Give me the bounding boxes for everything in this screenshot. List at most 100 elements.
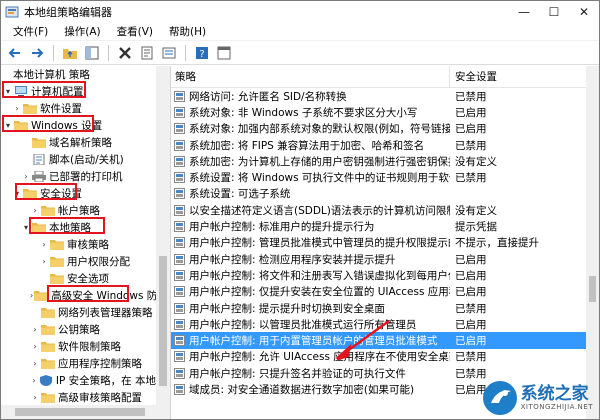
tree-node-label: Windows 设置 <box>31 120 103 132</box>
tree-node[interactable]: ▾ Windows 设置 <box>1 117 156 134</box>
tree-node[interactable]: › 软件设置 <box>1 100 156 117</box>
menu-file[interactable]: 文件(F) <box>5 24 56 39</box>
expand-toggle-icon[interactable]: ▾ <box>12 189 22 198</box>
folder-icon <box>40 358 58 369</box>
folder-icon <box>40 205 58 216</box>
folder-icon <box>13 120 31 131</box>
tree-node-label: 应用程序控制策略 <box>58 358 142 370</box>
menu-action[interactable]: 操作(A) <box>56 24 108 39</box>
tree-node[interactable]: › 帐户策略 <box>1 202 156 219</box>
tree-node[interactable]: › 应用程序控制策略 <box>1 355 156 372</box>
toolbar-separator <box>108 44 109 61</box>
tree-node-label: 审核策略 <box>67 239 109 251</box>
tree-node[interactable]: 域名解析策略 <box>1 134 156 151</box>
view-button[interactable] <box>214 43 234 63</box>
export-list-icon <box>162 47 176 58</box>
tree-node-label: 公钥策略 <box>58 324 100 336</box>
tree-vertical-scrollbar[interactable] <box>156 66 170 405</box>
shield-icon <box>38 375 56 386</box>
tree-node[interactable]: 脚本(启动/关机) <box>1 151 156 168</box>
tree-node-label: 本地策略 <box>49 222 91 234</box>
tree-node[interactable]: 网络列表管理器策略 <box>1 304 156 321</box>
svg-text:?: ? <box>199 49 204 60</box>
folder-icon <box>40 324 58 335</box>
watermark-url: XITONGZHIJIA.NET <box>520 403 593 411</box>
expand-toggle-icon[interactable]: ▾ <box>3 121 13 130</box>
expand-toggle-icon[interactable]: › <box>39 240 49 249</box>
expand-toggle-icon[interactable]: › <box>30 393 40 402</box>
tree-node-label: 软件限制策略 <box>58 341 121 353</box>
properties-icon <box>141 46 153 59</box>
watermark-title: 系统之家 <box>520 384 589 404</box>
tree-node-label: IP 安全策略，在 本地 <box>55 375 156 387</box>
export-list-button[interactable] <box>159 43 179 63</box>
toolbar: ? <box>1 41 599 65</box>
expand-toggle-icon[interactable]: › <box>30 325 40 334</box>
tree-node-label: 高级安全 Windows 防 <box>51 290 156 302</box>
tree-node[interactable]: ▾ 安全设置 <box>1 185 156 202</box>
maximize-button[interactable]: ☐ <box>539 1 569 23</box>
help-button[interactable]: ? <box>192 43 212 63</box>
tree-node-label: 网络列表管理器策略 <box>58 307 153 319</box>
back-arrow-icon <box>8 47 20 58</box>
expand-toggle-icon[interactable]: › <box>21 172 31 181</box>
tree-node[interactable]: › 审核策略 <box>1 236 156 253</box>
folder-icon <box>40 341 58 352</box>
view-pane-icon <box>217 46 231 59</box>
menu-bar: 文件(F) 操作(A) 查看(V) 帮助(H) <box>1 23 599 41</box>
expand-toggle-icon[interactable]: ▾ <box>21 223 31 232</box>
tree-node[interactable]: › 公钥策略 <box>1 321 156 338</box>
tree-node-label: 已部署的打印机 <box>49 171 123 183</box>
tree-node[interactable]: › 高级安全 Windows 防 <box>1 287 156 304</box>
expand-toggle-icon[interactable]: › <box>12 104 22 113</box>
toolbar-separator <box>185 44 186 61</box>
folder-icon <box>49 256 67 267</box>
up-level-button[interactable] <box>60 43 80 63</box>
tree-node[interactable]: › 软件限制策略 <box>1 338 156 355</box>
folder-icon <box>33 290 51 301</box>
title-bar: 本地组策略编辑器 — ☐ ✕ <box>1 1 599 23</box>
forward-button[interactable] <box>27 43 47 63</box>
tree-horizontal-scrollbar[interactable] <box>1 405 170 419</box>
toolbar-separator <box>53 44 54 61</box>
tree-node[interactable]: › 高级审核策略配置 <box>1 389 156 405</box>
folder-icon <box>31 222 49 233</box>
menu-view[interactable]: 查看(V) <box>109 24 161 39</box>
tree-node-label: 用户权限分配 <box>67 256 130 268</box>
tree-node-label: 脚本(启动/关机) <box>49 154 124 166</box>
tree-node[interactable]: ▾ 计算机配置 <box>1 83 156 100</box>
expand-toggle-icon[interactable]: › <box>30 206 40 215</box>
close-button[interactable]: ✕ <box>569 1 599 23</box>
delete-button[interactable] <box>115 43 135 63</box>
tree-node-label: 安全设置 <box>40 188 82 200</box>
doc-icon <box>31 154 49 165</box>
expand-toggle-icon[interactable]: › <box>39 257 49 266</box>
tree-node-label: 安全选项 <box>67 273 109 285</box>
expand-toggle-icon[interactable]: ▾ <box>3 87 13 96</box>
menu-help[interactable]: 帮助(H) <box>161 24 214 39</box>
folder-icon <box>49 239 67 250</box>
expand-toggle-icon[interactable]: › <box>30 376 38 385</box>
expand-toggle-icon[interactable]: › <box>30 342 40 351</box>
folder-icon <box>40 392 58 403</box>
folder-icon <box>49 273 67 284</box>
help-icon: ? <box>196 46 208 60</box>
properties-button[interactable] <box>137 43 157 63</box>
show-hide-tree-button[interactable] <box>82 43 102 63</box>
tree-node[interactable]: › 用户权限分配 <box>1 253 156 270</box>
folder-icon <box>40 307 58 318</box>
minimize-button[interactable]: — <box>509 1 539 23</box>
annotation-arrow <box>335 319 390 361</box>
tree-node[interactable]: 安全选项 <box>1 270 156 287</box>
tree-node[interactable]: › IP 安全策略，在 本地 <box>1 372 156 389</box>
folder-icon <box>31 137 49 148</box>
folder-up-icon <box>63 48 77 59</box>
tree-node-label: 高级审核策略配置 <box>58 392 142 404</box>
tree-node[interactable]: › 已部署的打印机 <box>1 168 156 185</box>
expand-toggle-icon[interactable]: › <box>30 359 40 368</box>
watermark-logo-icon <box>482 381 517 415</box>
tree-node[interactable]: 本地计算机 策略 <box>1 66 156 83</box>
back-button[interactable] <box>5 43 25 63</box>
console-tree: 本地计算机 策略 ▾ 计算机配置 › 软件设置 ▾ Windows 设置域名解析策略脚本(启… <box>1 66 171 419</box>
tree-node[interactable]: ▾ 本地策略 <box>1 219 156 236</box>
